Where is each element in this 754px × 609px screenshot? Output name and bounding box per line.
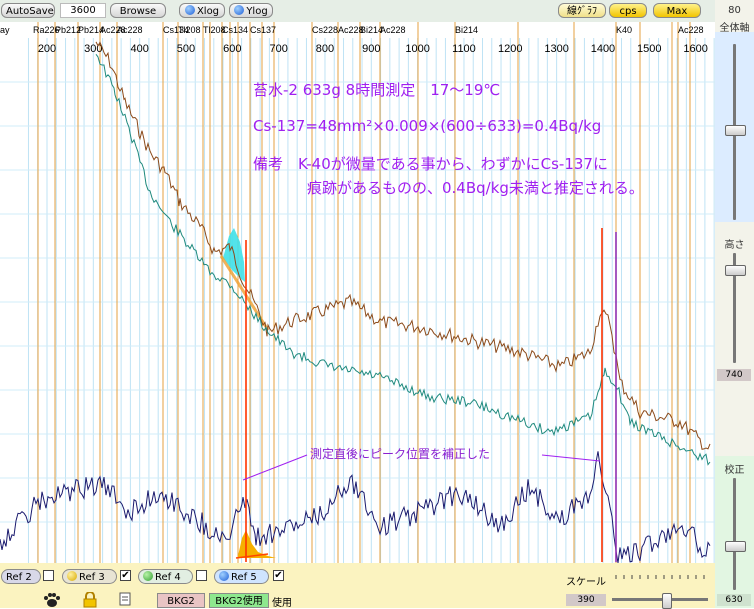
calibration-value: 630 bbox=[717, 594, 751, 606]
ref3-orb-icon bbox=[67, 571, 77, 581]
scale-slider-track bbox=[612, 598, 708, 601]
tick-label: 1100 bbox=[452, 43, 476, 55]
ref4-orb-icon bbox=[143, 571, 153, 581]
callout-text: 測定直後にピーク位置を補正した bbox=[310, 447, 491, 461]
ref3-button[interactable]: Ref 3 bbox=[62, 569, 117, 584]
tick-label: 1000 bbox=[405, 43, 429, 55]
ref4-checkbox[interactable] bbox=[196, 570, 207, 581]
height-label: 高さ bbox=[724, 240, 745, 251]
nuclide-label: Cs137 bbox=[250, 25, 276, 35]
annotation-title: 苔水-2 633g 8時間測定 17～19℃ bbox=[253, 81, 501, 99]
ref3-checkbox[interactable]: ✔ bbox=[120, 570, 131, 581]
tick-label: 300 bbox=[84, 43, 102, 55]
callout-pointer-right bbox=[541, 454, 601, 462]
scale-value: 390 bbox=[566, 594, 606, 606]
height-value: 740 bbox=[717, 369, 751, 381]
calibration-label: 校正 bbox=[724, 465, 745, 476]
nuclide-label: Cs228 bbox=[312, 25, 338, 35]
nuclide-label: Tl208 bbox=[178, 25, 201, 35]
spectrum-svg: 200 300 400 500 600 700 800 900 1000 1100 1200 1300… bbox=[0, 22, 715, 563]
xlog-label: Xlog bbox=[196, 6, 220, 17]
grid bbox=[0, 22, 715, 563]
line-graph-button[interactable]: 線ｸﾞﾗﾌ bbox=[558, 3, 606, 18]
ref2-checkbox[interactable] bbox=[43, 570, 54, 581]
scale-label: スケール bbox=[566, 577, 606, 588]
autosave-button[interactable]: AutoSave bbox=[1, 3, 55, 18]
tick-label: 900 bbox=[362, 43, 380, 55]
tick-label: 700 bbox=[269, 43, 287, 55]
tick-label: 1200 bbox=[498, 43, 522, 55]
nuclide-label: K40 bbox=[616, 25, 632, 35]
use-label: 使用 bbox=[272, 598, 292, 609]
axis-ticks: 200 300 400 500 600 700 800 900 1000 1100 1200 1300… bbox=[38, 43, 708, 55]
ref5-button[interactable]: Ref 5 bbox=[214, 569, 269, 584]
bkg2-use-button[interactable]: BKG2使用 bbox=[209, 593, 269, 608]
tick-label: 500 bbox=[177, 43, 195, 55]
bottom-bar: Ref 2 Ref 3 ✔ Ref 4 Ref 5 ✔ BKG2 BKG2使用 … bbox=[0, 563, 715, 609]
ylog-orb-icon bbox=[234, 5, 245, 15]
ref5-label: Ref 5 bbox=[231, 572, 257, 583]
ref3-label: Ref 3 bbox=[79, 572, 105, 583]
overall-slider-thumb[interactable] bbox=[725, 125, 746, 136]
count-input[interactable]: 3600 bbox=[60, 3, 106, 18]
browse-button[interactable]: Browse bbox=[110, 3, 166, 18]
tick-label: 200 bbox=[38, 43, 56, 55]
height-slider-thumb[interactable] bbox=[725, 265, 746, 276]
right-panel: 80 全体軸 高さ 740 校正 630 bbox=[715, 0, 754, 608]
ref4-label: Ref 4 bbox=[155, 572, 181, 583]
tick-label: 400 bbox=[130, 43, 148, 55]
nuclide-label: Cs134 bbox=[222, 25, 248, 35]
lock-icon[interactable] bbox=[82, 592, 98, 608]
tick-label: 1600 bbox=[683, 43, 707, 55]
scale-ticks bbox=[615, 575, 705, 579]
nuclide-label: Ac228 bbox=[678, 25, 704, 35]
document-icon[interactable] bbox=[118, 592, 134, 606]
max-button[interactable]: Max bbox=[653, 3, 701, 18]
nuclide-label: ay bbox=[0, 25, 10, 35]
ref5-orb-icon bbox=[219, 571, 229, 581]
nuclide-label: Bi214 bbox=[455, 25, 478, 35]
cps-button[interactable]: cps bbox=[609, 3, 647, 18]
scale-slider-thumb[interactable] bbox=[662, 593, 672, 609]
nuclide-markers bbox=[37, 22, 691, 563]
annotation-remark-2: 痕跡があるものの、0.4Bq/kg未満と推定される。 bbox=[307, 179, 644, 197]
nuclide-label: Ac228 bbox=[380, 25, 406, 35]
annotation-formula: Cs-137=48mm²×0.009×(600÷633)=0.4Bq/kg bbox=[253, 117, 602, 135]
tick-label: 1500 bbox=[637, 43, 661, 55]
annotation-remark: 備考 K-40が微量である事から、わずかにCs-137に bbox=[253, 155, 608, 173]
ref2-button[interactable]: Ref 2 bbox=[1, 569, 41, 584]
nuclide-label: Ac228 bbox=[117, 25, 143, 35]
paw-icon[interactable] bbox=[42, 592, 62, 608]
tick-label: 800 bbox=[316, 43, 334, 55]
calibration-slider-thumb[interactable] bbox=[725, 541, 746, 552]
ref4-button[interactable]: Ref 4 bbox=[138, 569, 193, 584]
tick-label: 1400 bbox=[591, 43, 615, 55]
ref5-checkbox[interactable]: ✔ bbox=[273, 570, 284, 581]
calibration-slider-track bbox=[733, 478, 736, 590]
spectrum-plot[interactable]: 200 300 400 500 600 700 800 900 1000 1100 1200 1300… bbox=[0, 22, 715, 563]
bkg2-button[interactable]: BKG2 bbox=[157, 593, 205, 608]
overall-value: 80 bbox=[728, 5, 741, 16]
difference-line bbox=[0, 451, 711, 563]
tick-label: 600 bbox=[223, 43, 241, 55]
spectrum-teal-line bbox=[95, 54, 711, 466]
ylog-label: Ylog bbox=[246, 6, 268, 17]
xlog-toggle[interactable]: Xlog bbox=[179, 3, 225, 18]
tick-label: 1300 bbox=[544, 43, 568, 55]
top-toolbar: AutoSave 3600 Browse Xlog Ylog 線ｸﾞﾗﾌ cps… bbox=[0, 0, 715, 22]
xlog-orb-icon bbox=[184, 5, 195, 15]
ylog-toggle[interactable]: Ylog bbox=[229, 3, 273, 18]
